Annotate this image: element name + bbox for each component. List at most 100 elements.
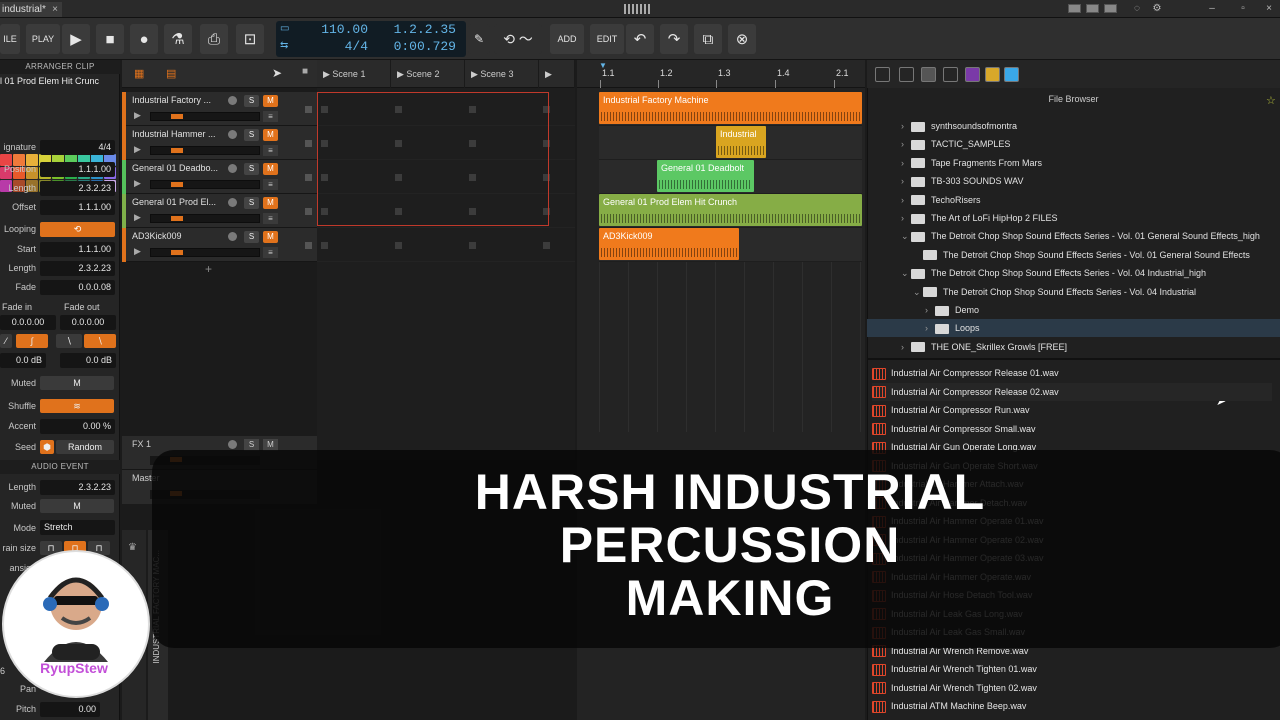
track-header[interactable]: General 01 Deadbo... S M ▶ ≡ — [122, 160, 317, 194]
browser-tab-presets-icon[interactable] — [899, 67, 914, 82]
clip-name[interactable]: l 01 Prod Elem Hit Crunc — [0, 76, 120, 90]
scene-next[interactable]: ▶ — [539, 60, 575, 88]
list-view-icon[interactable]: ▤ — [166, 67, 176, 80]
mode-select[interactable]: Stretch — [40, 520, 115, 535]
position-bars-value[interactable]: 1.2.2.35 — [376, 22, 456, 37]
edit-button[interactable]: EDIT — [590, 24, 624, 54]
file-row[interactable]: Industrial ATM Machine Beep.wav — [872, 697, 1272, 715]
browser-tab-user-icon[interactable] — [985, 67, 1000, 82]
fade-out-curve-linear[interactable]: ∖ — [56, 334, 82, 348]
shuffle-toggle[interactable]: ≋ — [40, 399, 114, 413]
arranger-clip[interactable]: Industrial — [716, 126, 766, 158]
browser-tab-multisample-icon[interactable] — [921, 67, 936, 82]
track-name[interactable]: General 01 Deadbo... — [132, 163, 228, 173]
track-stop-slot[interactable] — [305, 140, 312, 147]
fx-track-power-icon[interactable] — [228, 440, 237, 449]
scene-1[interactable]: ▶ Scene 1 — [317, 60, 391, 88]
track-volume-fader[interactable] — [150, 112, 260, 121]
track-menu-icon[interactable]: ≡ — [263, 247, 278, 258]
track-arm-icon[interactable]: ▶ — [134, 110, 141, 121]
folder-expand-icon[interactable]: › — [901, 338, 911, 356]
arranger-clip[interactable]: AD3Kick009 — [599, 228, 739, 260]
position-time-value[interactable]: 0:00.729 — [376, 39, 456, 54]
folder-row[interactable]: › Loops — [867, 319, 1280, 338]
folder-row[interactable]: › The Art of LoFi HipHop 2 FILES — [867, 209, 1280, 227]
track-menu-icon[interactable]: ≡ — [263, 145, 278, 156]
folder-expand-icon[interactable]: ⌄ — [901, 264, 911, 282]
close-tab-icon[interactable]: × — [52, 2, 58, 17]
loop-button[interactable]: ⟲ 〜 — [494, 24, 542, 54]
fade-in-curve-s[interactable]: ∫ — [16, 334, 48, 348]
track-power-icon[interactable] — [228, 164, 237, 173]
folder-row[interactable]: › TB-303 SOUNDS WAV — [867, 172, 1280, 190]
file-row[interactable]: Industrial Air Compressor Release 01.wav — [872, 364, 1272, 382]
signature-value[interactable]: 4/4 — [40, 140, 115, 155]
stop-all-clips-icon[interactable]: ■ — [302, 66, 308, 77]
track-mute-button[interactable]: M — [263, 129, 278, 141]
arranger-clip[interactable]: General 01 Prod Elem Hit Crunch — [599, 194, 862, 226]
audio-length-value[interactable]: 2.3.2.23 — [40, 480, 115, 495]
clip-mute-button[interactable]: M — [40, 376, 114, 390]
track-power-icon[interactable] — [228, 96, 237, 105]
browser-tab-devices-icon[interactable] — [875, 67, 890, 82]
clip-slot[interactable] — [395, 242, 402, 249]
track-header[interactable]: AD3Kick009 S M ▶ ≡ — [122, 228, 317, 262]
folder-expand-icon[interactable]: › — [925, 319, 935, 337]
track-menu-icon[interactable]: ≡ — [263, 179, 278, 190]
seed-random-button[interactable]: Random — [56, 440, 114, 454]
browser-tab-samples-icon[interactable] — [943, 67, 958, 82]
fade-value[interactable]: 0.0.0.08 — [40, 280, 115, 295]
track-name[interactable]: General 01 Prod El... — [132, 197, 228, 207]
track-solo-button[interactable]: S — [244, 197, 259, 209]
maximize-button[interactable]: ▫ — [1236, 3, 1250, 14]
fade-out-db[interactable]: 0.0 dB — [60, 353, 116, 368]
document-tab[interactable]: industrial* × — [0, 2, 62, 17]
looping-toggle[interactable]: ⟲ — [40, 222, 115, 237]
tempo-value[interactable]: 110.00 — [298, 22, 368, 37]
clip-slot[interactable] — [469, 242, 476, 249]
folder-row[interactable]: The Detroit Chop Shop Sound Effects Seri… — [867, 246, 1280, 264]
track-power-icon[interactable] — [228, 130, 237, 139]
browser-tab-music-icon[interactable] — [965, 67, 980, 82]
play-menu-button[interactable]: PLAY — [26, 24, 60, 54]
scene-3[interactable]: ▶ Scene 3 — [465, 60, 539, 88]
folder-expand-icon[interactable]: › — [901, 135, 911, 153]
arranger-clip[interactable]: General 01 Deadbolt — [657, 160, 754, 192]
folder-row[interactable]: › Demo — [867, 301, 1280, 319]
punch-button[interactable]: ✎ — [468, 24, 490, 54]
window-close-button[interactable]: × — [1262, 3, 1276, 14]
fade-in-db[interactable]: 0.0 dB — [0, 353, 46, 368]
track-stop-slot[interactable] — [305, 242, 312, 249]
folder-row[interactable]: › synthsoundsofmontra — [867, 117, 1280, 135]
track-arm-icon[interactable]: ▶ — [134, 144, 141, 155]
redo-button[interactable]: ↷ — [660, 24, 688, 54]
folder-expand-icon[interactable]: › — [901, 209, 911, 227]
accent-value[interactable]: 0.00 % — [40, 419, 115, 434]
time-signature-value[interactable]: 4/4 — [298, 39, 368, 54]
favorite-star-icon[interactable]: ☆ — [1266, 94, 1276, 107]
layout-mix-icon[interactable] — [1086, 4, 1099, 13]
grid-view-icon[interactable]: ▦ — [134, 67, 144, 80]
track-mute-button[interactable]: M — [263, 231, 278, 243]
start-value[interactable]: 1.1.1.00 — [40, 242, 115, 257]
stop-button[interactable]: ■ — [96, 24, 124, 54]
track-arm-icon[interactable]: ▶ — [134, 212, 141, 223]
track-header[interactable]: Industrial Hammer ... S M ▶ ≡ — [122, 126, 317, 160]
layout-arrange-icon[interactable] — [1068, 4, 1081, 13]
folder-row[interactable]: ⌄ The Detroit Chop Shop Sound Effects Ser… — [867, 283, 1280, 301]
track-stop-slot[interactable] — [305, 106, 312, 113]
folder-expand-icon[interactable]: ⌄ — [901, 227, 911, 245]
track-power-icon[interactable] — [228, 198, 237, 207]
file-row[interactable]: Industrial Air Compressor Run.wav — [872, 401, 1272, 419]
track-solo-button[interactable]: S — [244, 129, 259, 141]
folder-expand-icon[interactable]: › — [901, 117, 911, 135]
track-solo-button[interactable]: S — [244, 163, 259, 175]
file-row[interactable]: Industrial Air Wrench Tighten 01.wav — [872, 660, 1272, 678]
play-button[interactable]: ▶ — [62, 24, 90, 54]
fade-in-value[interactable]: 0.0.0.00 — [0, 315, 56, 330]
offset-value[interactable]: 1.1.1.00 — [40, 200, 115, 215]
audio-mute-button[interactable]: M — [40, 499, 114, 513]
folder-row[interactable]: ⌄ The Detroit Chop Shop Sound Effects Ser… — [867, 227, 1280, 245]
fade-out-value[interactable]: 0.0.0.00 — [60, 315, 116, 330]
track-header[interactable]: Industrial Factory ... S M ▶ ≡ — [122, 92, 317, 126]
